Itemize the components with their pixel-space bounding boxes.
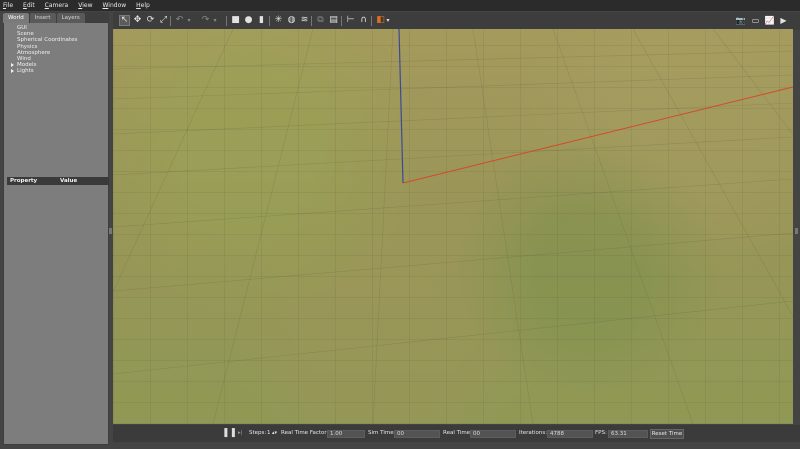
real-time-factor-label: Real Time Factor:: [281, 430, 329, 436]
sim-time-label: Sim Time:: [368, 430, 396, 436]
real-time-field: 00 00:00:19.187: [470, 430, 516, 438]
scale-icon[interactable]: ⤢: [158, 15, 169, 26]
align-icon[interactable]: ⊢: [345, 15, 356, 26]
toolbar: ↖ ✥ ⟳ ⤢ ↶ ▾ ↷ ▾ ■ ● ▮ ✳ ◍ ≋ ⧉ ▤ ⊢ ∩ ◧ ▾ 📷 ▭ 📈 ▶: [113, 12, 800, 30]
translate-icon[interactable]: ✥: [132, 15, 143, 26]
step-icon[interactable]: ▸|: [238, 425, 243, 442]
menu-file[interactable]: File: [3, 2, 13, 9]
toolbar-separator: [170, 16, 171, 26]
menu-view[interactable]: View: [78, 2, 92, 9]
tree-item-label: Wind: [17, 55, 31, 62]
x-axis-line: [402, 86, 793, 184]
sphere-shape-icon[interactable]: ●: [243, 15, 254, 26]
undo-dropdown-icon[interactable]: ▾: [186, 15, 192, 26]
toolbar-separator: [371, 16, 372, 26]
snap-icon[interactable]: ∩: [358, 15, 369, 26]
iterations-field: 4788: [547, 430, 593, 438]
value-column-header[interactable]: Value: [60, 178, 77, 184]
fps-label: FPS:: [595, 430, 607, 436]
expand-arrow-icon[interactable]: [11, 69, 14, 74]
menu-edit[interactable]: Edit: [23, 2, 35, 9]
reset-time-button[interactable]: Reset Time: [650, 429, 684, 439]
sim-time-field: 00 00:00:19.157: [394, 430, 440, 438]
tree-item-lights[interactable]: Lights: [7, 68, 107, 74]
redo-dropdown-icon[interactable]: ▾: [212, 15, 218, 26]
pause-icon[interactable]: ❚❚: [222, 425, 237, 442]
iterations-label: Iterations:: [519, 430, 548, 436]
left-panel: World Insert Layers GUI Scene Spherical Co…: [3, 12, 109, 445]
fps-field: 63.31: [608, 430, 648, 438]
3d-viewport[interactable]: [113, 29, 793, 424]
tab-insert[interactable]: Insert: [29, 13, 56, 23]
tree-item-label: Scene: [17, 31, 34, 38]
world-tree-panel: GUI Scene Spherical Coordinates Physics Atmo…: [4, 23, 109, 444]
undo-icon[interactable]: ↶: [174, 15, 185, 26]
menu-help[interactable]: Help: [136, 2, 150, 9]
menu-window[interactable]: Window: [102, 2, 126, 9]
right-splitter-handle[interactable]: [795, 228, 798, 234]
steps-value[interactable]: 1: [267, 425, 271, 442]
tree-item-label: GUI: [17, 25, 27, 31]
tab-world[interactable]: World: [3, 13, 29, 23]
ground-grid: [113, 29, 793, 424]
toolbar-separator: [311, 16, 312, 26]
status-bar: ❚❚ ▸| Steps: 1 ▴▾ Real Time Factor: 1.00…: [113, 425, 800, 442]
menu-camera[interactable]: Camera: [45, 2, 69, 9]
box-shape-icon[interactable]: ■: [230, 15, 241, 26]
tree-item-label: Lights: [17, 68, 34, 75]
steps-label: Steps:: [249, 430, 267, 436]
log-icon[interactable]: ▭: [750, 15, 761, 26]
left-splitter-handle[interactable]: [109, 228, 112, 234]
world-tree: GUI Scene Spherical Coordinates Physics Atmo…: [7, 25, 107, 75]
toolbar-separator: [269, 16, 270, 26]
tab-layers[interactable]: Layers: [56, 13, 85, 23]
left-panel-tabs: World Insert Layers: [3, 13, 86, 23]
cylinder-shape-icon[interactable]: ▮: [256, 15, 267, 26]
tree-item-label: Spherical Coordinates: [17, 37, 78, 44]
tree-item-label: Physics: [17, 43, 38, 50]
redo-icon[interactable]: ↷: [200, 15, 211, 26]
tree-item-label: Atmosphere: [17, 49, 51, 56]
property-table-header: Property Value: [7, 177, 109, 185]
directional-light-icon[interactable]: ≋: [299, 15, 310, 26]
paste-icon[interactable]: ▤: [328, 15, 339, 26]
toolbar-separator: [341, 16, 342, 26]
rotate-icon[interactable]: ⟳: [145, 15, 156, 26]
view-dropdown-icon[interactable]: ▾: [385, 15, 391, 26]
menu-bar: File Edit Camera View Window Help: [0, 0, 800, 11]
property-column-header[interactable]: Property: [7, 178, 60, 184]
steps-spin-icon[interactable]: ▴▾: [272, 425, 277, 442]
real-time-label: Real Time:: [443, 430, 472, 436]
tree-item-label: Models: [17, 62, 37, 69]
copy-icon[interactable]: ⧉: [315, 15, 326, 26]
record-video-icon[interactable]: ▶: [778, 15, 789, 26]
screenshot-camera-icon[interactable]: 📷: [735, 15, 746, 26]
select-arrow-icon[interactable]: ↖: [119, 15, 130, 26]
real-time-factor-field: 1.00: [327, 430, 365, 438]
scene-overlay: [113, 29, 793, 424]
spot-light-icon[interactable]: ◍: [286, 15, 297, 26]
expand-arrow-icon[interactable]: [11, 63, 14, 68]
z-axis-line: [398, 29, 404, 184]
point-light-icon[interactable]: ✳: [273, 15, 284, 26]
plot-icon[interactable]: 📈: [764, 15, 775, 26]
toolbar-separator: [226, 16, 227, 26]
